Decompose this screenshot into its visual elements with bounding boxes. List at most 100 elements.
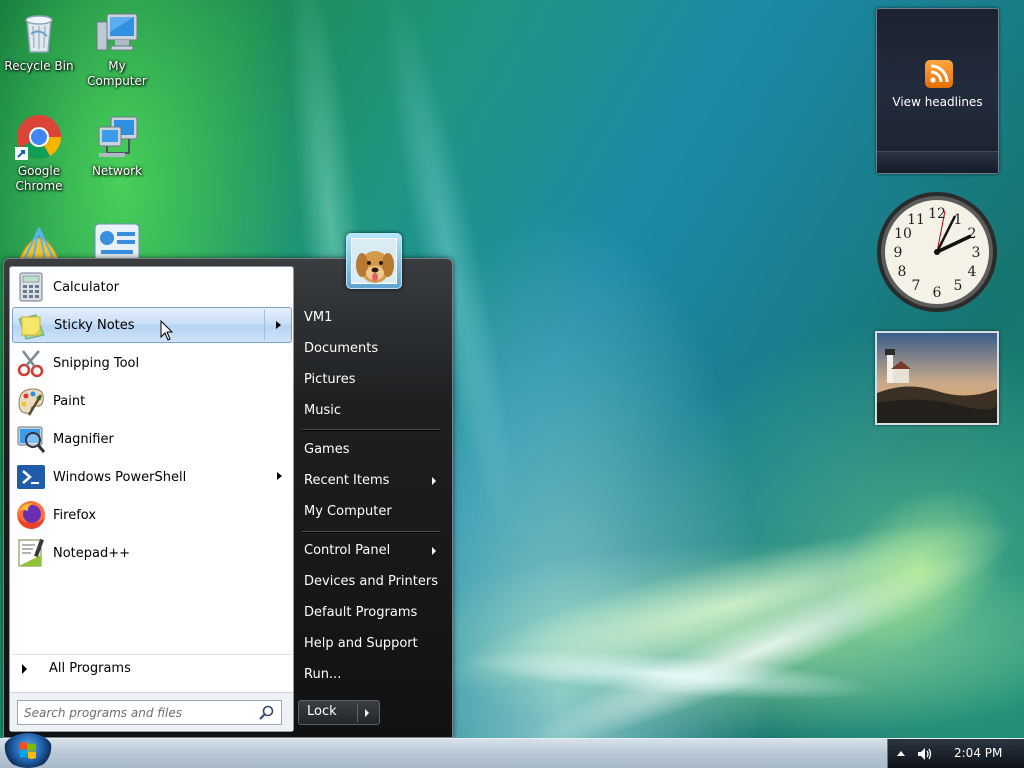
notepad-plus-plus-icon	[15, 537, 47, 569]
show-hidden-icons-arrow-icon[interactable]	[897, 751, 905, 756]
calculator-icon	[15, 271, 47, 303]
desktop-icon-label: My Computer	[87, 59, 147, 88]
separator	[302, 531, 440, 532]
powershell-icon	[15, 461, 47, 493]
program-notepad-plus-plus[interactable]: Notepad++	[12, 535, 292, 571]
desktop-icon-recycle-bin[interactable]: Recycle Bin	[0, 8, 78, 74]
network-icon	[93, 113, 141, 161]
all-programs-label: All Programs	[49, 661, 131, 676]
program-label: Windows PowerShell	[53, 469, 187, 485]
rss-gadget-footer	[877, 151, 998, 173]
control-panel-label: Control Panel	[304, 543, 391, 558]
svg-text:8: 8	[898, 264, 907, 280]
desktop-icon-label: Network	[91, 164, 143, 178]
desktop-icon-label: Google Chrome	[15, 164, 63, 193]
program-paint[interactable]: Paint	[12, 383, 292, 419]
search-box[interactable]	[17, 700, 282, 725]
desktop-icon-partial-1[interactable]	[15, 220, 63, 258]
program-label: Sticky Notes	[54, 317, 135, 333]
all-programs-arrow-icon	[22, 663, 27, 674]
run-label: Run...	[304, 667, 342, 682]
start-menu-programs-pane: Calculator Sticky Notes Snipping Tool Pa…	[9, 266, 294, 732]
svg-text:2: 2	[968, 226, 977, 242]
help-and-support-link[interactable]: Help and Support	[304, 631, 444, 657]
submenu-arrow-icon	[432, 547, 436, 555]
svg-text:9: 9	[894, 245, 903, 261]
separator	[302, 429, 440, 430]
desktop-icon-my-computer[interactable]: My Computer	[78, 8, 156, 89]
program-magnifier[interactable]: Magnifier	[12, 421, 292, 457]
magnifier-icon	[15, 423, 47, 455]
lock-button[interactable]: Lock	[298, 700, 380, 725]
shutdown-options-arrow-icon[interactable]	[365, 709, 369, 717]
recent-items-link[interactable]: Recent Items	[304, 468, 444, 494]
games-link[interactable]: Games	[304, 437, 444, 463]
start-menu: Calculator Sticky Notes Snipping Tool Pa…	[3, 233, 453, 738]
default-programs-link[interactable]: Default Programs	[304, 600, 444, 626]
my-computer-link[interactable]: My Computer	[304, 499, 444, 525]
desktop-icon-network[interactable]: Network	[78, 113, 156, 179]
all-programs-button[interactable]: All Programs	[12, 654, 292, 682]
lock-divider	[357, 703, 358, 722]
recent-items-label: Recent Items	[304, 473, 390, 488]
search-icon[interactable]	[259, 705, 275, 721]
control-panel-icon	[94, 223, 140, 258]
slideshow-gadget[interactable]	[875, 331, 999, 425]
program-label: Paint	[53, 393, 86, 409]
help-and-support-label: Help and Support	[304, 636, 418, 651]
run-link[interactable]: Run...	[304, 662, 444, 688]
mouse-cursor-icon	[160, 320, 174, 341]
dog-avatar-icon	[351, 238, 397, 284]
program-label: Magnifier	[53, 431, 114, 447]
taskbar	[0, 738, 1024, 768]
program-label: Notepad++	[53, 545, 131, 561]
submenu-arrow-icon	[432, 477, 436, 485]
program-label: Calculator	[53, 279, 120, 295]
view-headlines-link[interactable]: View headlines	[877, 95, 998, 109]
desktop-icon-label: Recycle Bin	[4, 59, 74, 73]
analog-clock-icon: 12 1 2 3 4 5 6 7 8 9 10 11	[877, 192, 997, 312]
program-sticky-notes[interactable]: Sticky Notes	[12, 307, 292, 343]
start-button[interactable]	[3, 733, 53, 768]
volume-icon[interactable]	[916, 746, 932, 762]
desktop-icon-partial-2[interactable]	[93, 222, 141, 258]
chrome-icon	[15, 113, 63, 161]
program-firefox[interactable]: Firefox	[12, 497, 292, 533]
clock-gadget[interactable]: 12 1 2 3 4 5 6 7 8 9 10 11	[875, 190, 999, 314]
games-label: Games	[304, 442, 350, 457]
devices-and-printers-link[interactable]: Devices and Printers	[304, 569, 444, 595]
svg-text:6: 6	[933, 285, 942, 301]
windows-logo-icon	[20, 742, 36, 759]
devices-and-printers-label: Devices and Printers	[304, 574, 438, 589]
user-picture[interactable]	[346, 233, 402, 289]
program-windows-powershell[interactable]: Windows PowerShell	[12, 459, 292, 495]
program-label: Snipping Tool	[53, 355, 140, 371]
program-label: Firefox	[53, 507, 97, 523]
pictures-link[interactable]: Pictures	[304, 367, 444, 393]
svg-text:4: 4	[968, 264, 977, 280]
rss-gadget[interactable]: View headlines	[876, 8, 999, 174]
svg-text:10: 10	[894, 226, 912, 242]
svg-text:1: 1	[954, 212, 963, 228]
search-input[interactable]	[18, 701, 248, 724]
submenu-divider	[264, 310, 265, 340]
paint-icon	[15, 385, 47, 417]
submenu-arrow-icon[interactable]	[277, 472, 282, 480]
program-calculator[interactable]: Calculator	[12, 269, 292, 305]
music-link[interactable]: Music	[304, 398, 444, 424]
computer-icon	[93, 8, 141, 56]
desktop-icon-google-chrome[interactable]: Google Chrome	[0, 113, 78, 194]
control-panel-link[interactable]: Control Panel	[304, 538, 444, 564]
svg-text:11: 11	[907, 212, 925, 228]
user-folder-link[interactable]: VM1	[304, 305, 444, 331]
my-computer-label: My Computer	[304, 504, 392, 519]
svg-text:7: 7	[912, 278, 921, 294]
firefox-icon	[15, 499, 47, 531]
photo-icon	[877, 333, 997, 423]
program-snipping-tool[interactable]: Snipping Tool	[12, 345, 292, 381]
taskbar-clock[interactable]: 2:04 PM	[954, 746, 1002, 760]
svg-text:5: 5	[954, 278, 963, 294]
submenu-arrow-icon[interactable]	[276, 321, 281, 329]
documents-link[interactable]: Documents	[304, 336, 444, 362]
notification-area: 2:04 PM	[887, 739, 1024, 768]
